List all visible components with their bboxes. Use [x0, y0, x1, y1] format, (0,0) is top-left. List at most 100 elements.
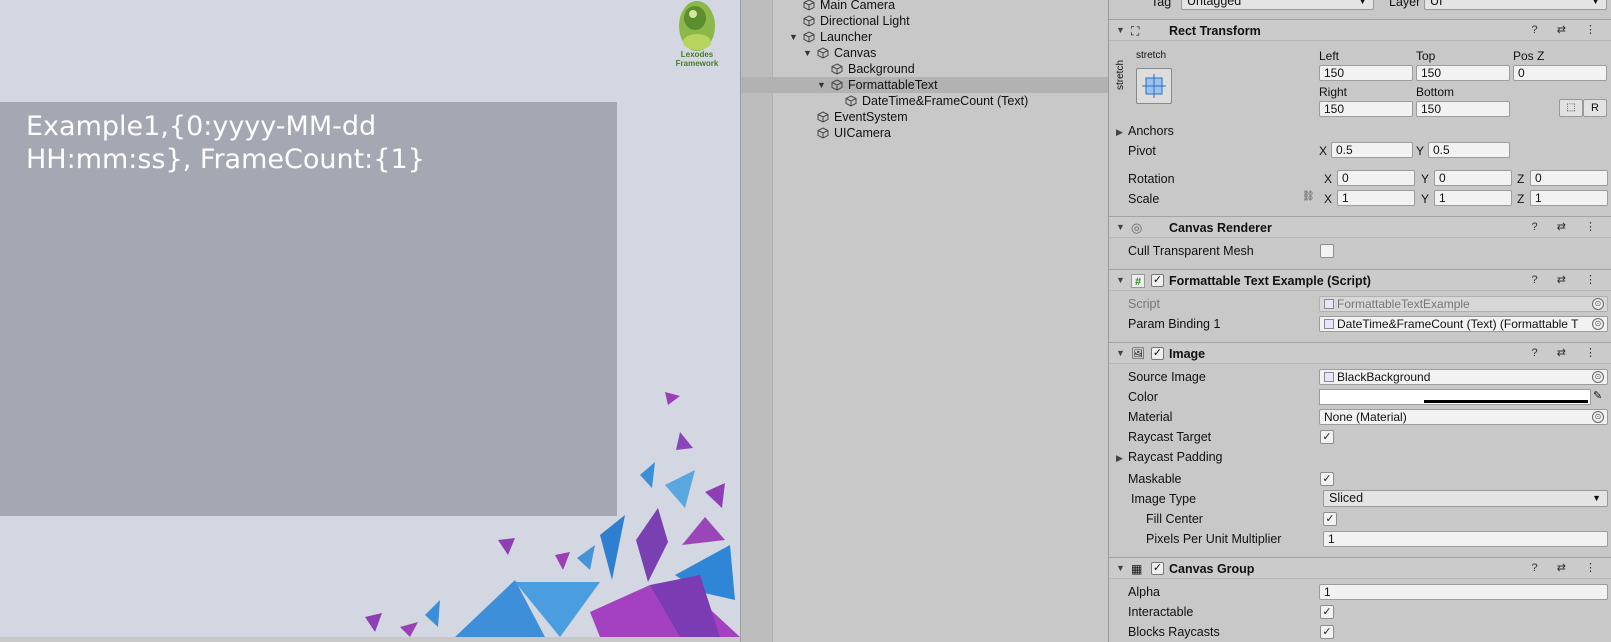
bottom-field[interactable]: 150 [1416, 101, 1510, 117]
component-enabled-checkbox[interactable]: ✓ [1151, 562, 1164, 575]
hierarchy-item-label: Directional Light [820, 14, 910, 28]
rotation-x-field[interactable]: 0 [1337, 170, 1415, 186]
scale-y-field[interactable]: 1 [1434, 190, 1512, 206]
foldout-arrow-icon[interactable]: ▼ [1116, 25, 1125, 35]
anchor-presets-button[interactable] [1136, 68, 1172, 104]
inspector-panel[interactable]: Tag Untagged ▼ Layer UI ▼ ▼ ⛶ Rect Trans… [1108, 0, 1611, 642]
gameobject-cube-icon [817, 47, 829, 59]
hierarchy-item-main-camera[interactable]: Main Camera [741, 0, 1109, 13]
sprite-icon [1324, 372, 1334, 382]
hierarchy-item-label: Canvas [834, 46, 877, 60]
alpha-label: Alpha [1128, 585, 1160, 599]
script-value: FormattableTextExample [1337, 297, 1470, 311]
component-header-icons[interactable]: ? ⇄ ⋮ [1532, 220, 1604, 233]
blueprint-mode-button[interactable]: ⬚ [1559, 99, 1583, 117]
object-picker-icon[interactable]: ⊙ [1592, 371, 1604, 383]
image-header[interactable]: ▼ 🖼 ✓ Image ? ⇄ ⋮ [1109, 342, 1611, 364]
gameobject-cube-icon [817, 111, 829, 123]
chevron-down-icon: ▼ [1592, 493, 1601, 503]
layer-dropdown[interactable]: UI ▼ [1424, 0, 1607, 10]
blocks-raycasts-checkbox[interactable]: ✓ [1320, 625, 1334, 639]
rect-transform-header[interactable]: ▼ ⛶ Rect Transform ? ⇄ ⋮ [1109, 19, 1611, 41]
component-title: Canvas Renderer [1169, 221, 1272, 235]
raycast-target-checkbox[interactable]: ✓ [1320, 430, 1334, 444]
color-field[interactable] [1319, 389, 1591, 405]
posz-field[interactable]: 0 [1513, 65, 1607, 81]
right-field[interactable]: 150 [1319, 101, 1413, 117]
top-field[interactable]: 150 [1416, 65, 1510, 81]
chevron-down-icon: ▼ [1591, 0, 1600, 6]
hierarchy-item-uicamera[interactable]: UICamera [741, 125, 1109, 141]
interactable-checkbox[interactable]: ✓ [1320, 605, 1334, 619]
constrain-proportions-icon[interactable]: ⛓ [1302, 191, 1315, 202]
rect-transform-icon: ⛶ [1131, 24, 1140, 38]
image-type-dropdown[interactable]: Sliced ▼ [1323, 490, 1608, 507]
text-object-icon [1324, 319, 1334, 329]
component-enabled-checkbox[interactable]: ✓ [1151, 347, 1164, 360]
hierarchy-item-background[interactable]: Background [741, 61, 1109, 77]
object-picker-icon[interactable]: ⊙ [1592, 318, 1604, 330]
expand-arrow-icon[interactable]: ▼ [817, 77, 826, 93]
hierarchy-item-label: Main Camera [820, 0, 896, 12]
fill-center-checkbox[interactable]: ✓ [1323, 512, 1337, 526]
rotation-x-label: X [1324, 172, 1333, 186]
pixels-per-unit-field[interactable]: 1 [1323, 531, 1608, 547]
component-enabled-checkbox[interactable]: ✓ [1151, 274, 1164, 287]
canvas-renderer-icon: ◎ [1131, 220, 1143, 235]
right-label: Right [1319, 85, 1348, 99]
hierarchy-item-canvas[interactable]: ▼ Canvas [741, 45, 1109, 61]
component-header-icons[interactable]: ? ⇄ ⋮ [1532, 346, 1604, 359]
raw-edit-button[interactable]: R [1583, 99, 1607, 117]
object-picker-icon: ⊙ [1592, 298, 1604, 310]
source-image-label: Source Image [1128, 370, 1206, 384]
maskable-checkbox[interactable]: ✓ [1320, 472, 1334, 486]
foldout-arrow-icon[interactable]: ▼ [1116, 348, 1125, 358]
expand-arrow-icon[interactable]: ▼ [803, 45, 812, 61]
pivot-x-field[interactable]: 0.5 [1331, 142, 1413, 158]
game-view[interactable]: Example1,{0:yyyy-MM-dd HH:mm:ss}, FrameC… [0, 0, 740, 637]
eyedropper-icon[interactable]: ✎ [1593, 389, 1602, 402]
raycast-padding-label[interactable]: Raycast Padding [1128, 450, 1223, 464]
anchors-label[interactable]: Anchors [1128, 124, 1174, 138]
source-image-field[interactable]: BlackBackground ⊙ [1319, 369, 1608, 385]
hierarchy-item-directional-light[interactable]: Directional Light [741, 13, 1109, 29]
canvas-group-icon: ▦ [1131, 562, 1143, 576]
hierarchy-item-formattabletext[interactable]: ▼ FormattableText [741, 77, 1109, 93]
hierarchy-item-datetime-text[interactable]: DateTime&FrameCount (Text) [741, 93, 1109, 109]
component-header-icons[interactable]: ? ⇄ ⋮ [1532, 23, 1604, 36]
rotation-y-field[interactable]: 0 [1434, 170, 1512, 186]
hierarchy-item-label: FormattableText [848, 78, 938, 92]
param-binding-label: Param Binding 1 [1128, 317, 1221, 331]
formattable-text-script-header[interactable]: ▼ # ✓ Formattable Text Example (Script) … [1109, 269, 1611, 291]
pivot-y-field[interactable]: 0.5 [1428, 142, 1510, 158]
scale-label: Scale [1128, 192, 1160, 206]
rotation-z-field[interactable]: 0 [1530, 170, 1608, 186]
component-header-icons[interactable]: ? ⇄ ⋮ [1532, 273, 1604, 286]
source-image-value: BlackBackground [1337, 370, 1431, 384]
anchors-foldout-icon[interactable]: ▶ [1116, 127, 1123, 138]
tag-dropdown[interactable]: Untagged ▼ [1181, 0, 1374, 10]
component-header-icons[interactable]: ? ⇄ ⋮ [1532, 561, 1604, 574]
chevron-down-icon: ▼ [1358, 0, 1367, 6]
expand-arrow-icon[interactable]: ▼ [789, 29, 798, 45]
alpha-field[interactable]: 1 [1319, 584, 1608, 600]
object-picker-icon[interactable]: ⊙ [1592, 411, 1604, 423]
canvas-group-header[interactable]: ▼ ▦ ✓ Canvas Group ? ⇄ ⋮ [1109, 557, 1611, 579]
cull-transparent-mesh-checkbox[interactable] [1320, 244, 1334, 258]
left-field[interactable]: 150 [1319, 65, 1413, 81]
material-field[interactable]: None (Material) ⊙ [1319, 409, 1608, 425]
foldout-arrow-icon[interactable]: ▼ [1116, 222, 1125, 232]
hierarchy-item-eventsystem[interactable]: EventSystem [741, 109, 1109, 125]
foldout-arrow-icon[interactable]: ▼ [1116, 563, 1125, 573]
foldout-arrow-icon[interactable]: ▼ [1116, 275, 1125, 285]
hierarchy-item-launcher[interactable]: ▼ Launcher [741, 29, 1109, 45]
param-binding-field[interactable]: DateTime&FrameCount (Text) (Formattable … [1319, 316, 1608, 332]
gameobject-cube-icon [817, 127, 829, 139]
gameobject-cube-icon [803, 0, 815, 11]
raycast-padding-foldout-icon[interactable]: ▶ [1116, 453, 1123, 464]
scale-x-field[interactable]: 1 [1337, 190, 1415, 206]
hierarchy-panel[interactable]: Main Camera Directional Light ▼ Launcher… [740, 0, 1109, 642]
maskable-label: Maskable [1128, 472, 1182, 486]
canvas-renderer-header[interactable]: ▼ ◎ Canvas Renderer ? ⇄ ⋮ [1109, 216, 1611, 238]
scale-z-field[interactable]: 1 [1530, 190, 1608, 206]
